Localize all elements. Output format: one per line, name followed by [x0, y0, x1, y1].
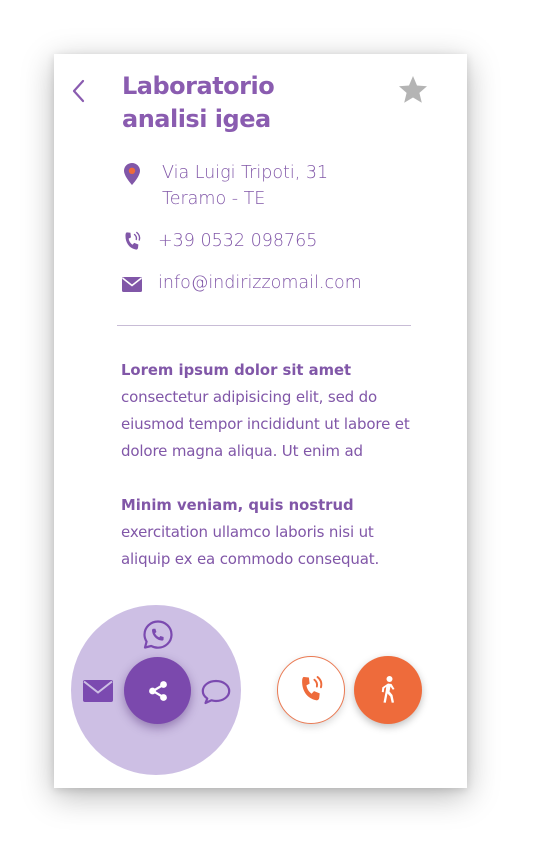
divider — [117, 325, 411, 326]
envelope-icon — [122, 277, 142, 292]
walking-person-icon — [381, 676, 395, 703]
share-button[interactable] — [124, 657, 191, 724]
whatsapp-icon[interactable] — [141, 618, 175, 652]
chevron-left-icon[interactable] — [68, 76, 90, 106]
description-paragraph-1: Lorem ipsum dolor sit amet consectetur a… — [121, 357, 421, 465]
address-line-1: Via Luigi Tripoti, 31 — [162, 163, 329, 183]
directions-button[interactable] — [354, 656, 422, 724]
paragraph-1-body: consectetur adipisicing elit, sed do eiu… — [121, 388, 410, 460]
address-row: Via Luigi Tripoti, 31 Teramo - TE — [120, 160, 328, 212]
paragraph-2-body: exercitation ullamco laboris nisi ut ali… — [121, 523, 380, 568]
call-button[interactable] — [277, 656, 345, 724]
phone-icon — [125, 231, 141, 250]
location-pin-icon — [124, 163, 140, 185]
detail-card: Laboratorio analisi igea Via Luigi Tripo… — [54, 54, 467, 788]
star-icon[interactable] — [397, 74, 429, 106]
chat-bubble-icon[interactable] — [200, 678, 232, 706]
phone-row[interactable]: +39 0532 098765 — [120, 228, 317, 254]
address-line-2: Teramo - TE — [162, 189, 266, 209]
paragraph-2-lead: Minim veniam, quis nostrud — [121, 497, 354, 514]
email-address[interactable]: info@indirizzomail.com — [158, 270, 362, 296]
share-email-icon[interactable] — [83, 680, 113, 702]
description-paragraph-2: Minim veniam, quis nostrud exercitation … — [121, 492, 421, 573]
page-title: Laboratorio analisi igea — [122, 72, 275, 133]
email-row[interactable]: info@indirizzomail.com — [120, 270, 362, 296]
phone-icon — [302, 676, 323, 701]
share-icon — [148, 680, 167, 701]
paragraph-1-lead: Lorem ipsum dolor sit amet — [121, 362, 352, 379]
phone-number[interactable]: +39 0532 098765 — [158, 228, 317, 254]
